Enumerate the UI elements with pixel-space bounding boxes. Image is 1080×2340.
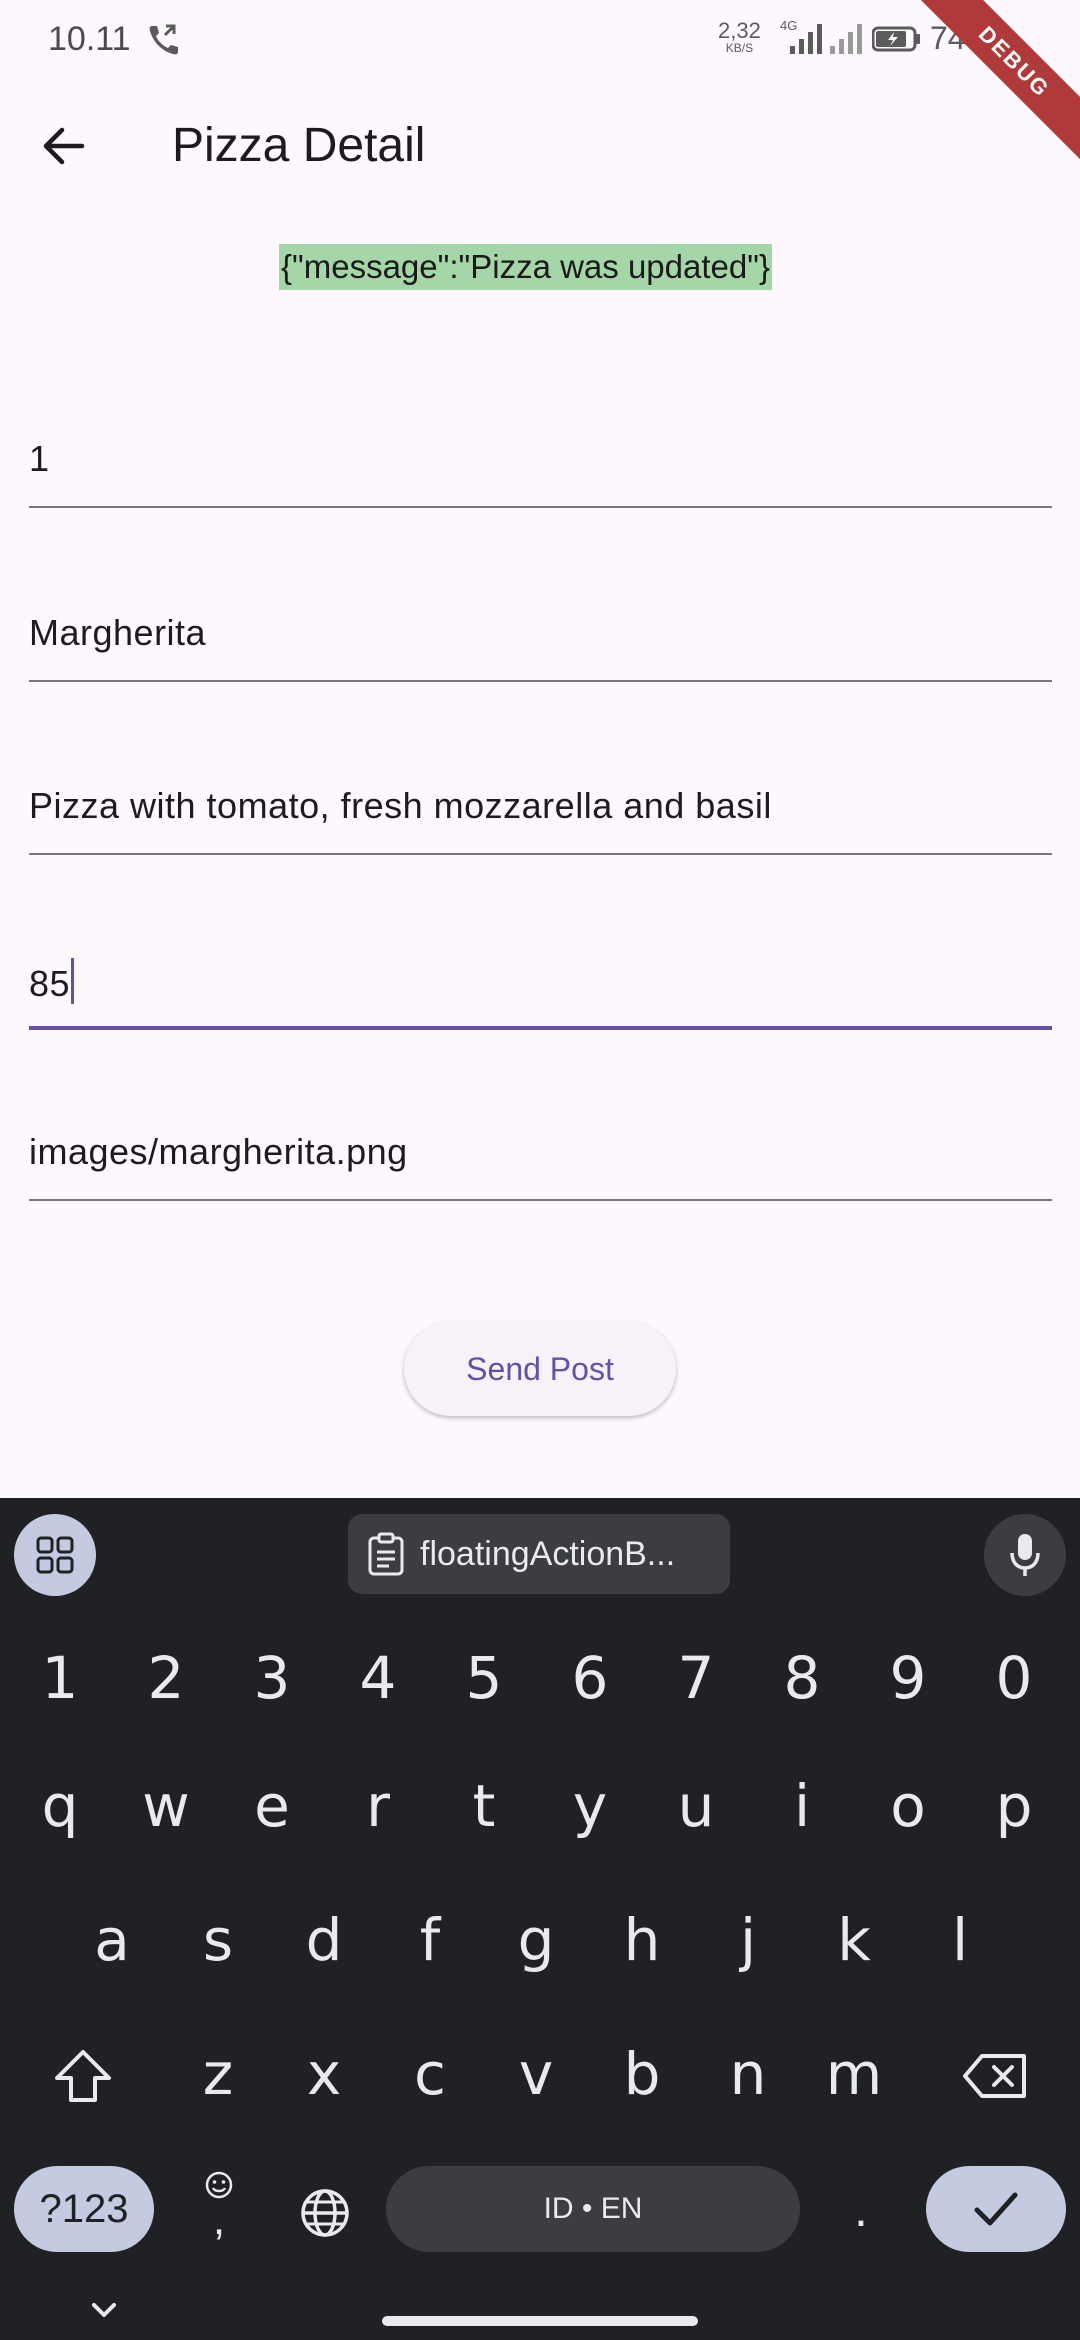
mic-icon[interactable] <box>984 1514 1066 1596</box>
svg-text:4G: 4G <box>780 18 797 33</box>
key-g[interactable]: g <box>486 1900 586 1980</box>
key-q[interactable]: q <box>10 1766 110 1846</box>
backspace-icon[interactable] <box>940 2036 1050 2116</box>
price-field[interactable]: 85 <box>29 936 1052 1030</box>
page-title: Pizza Detail <box>172 119 426 172</box>
space-bar[interactable]: ID • EN <box>386 2166 800 2252</box>
key-d[interactable]: d <box>274 1900 374 1980</box>
description-field[interactable]: Pizza with tomato, fresh mozzarella and … <box>29 763 1052 855</box>
key-v[interactable]: v <box>486 2034 586 2114</box>
pizza-name-field-value: Margherita <box>29 612 207 653</box>
key-l[interactable]: l <box>910 1900 1010 1980</box>
globe-icon[interactable] <box>290 2178 360 2248</box>
key-3[interactable]: 3 <box>222 1638 322 1718</box>
key-b[interactable]: b <box>592 2034 692 2114</box>
clipboard-suggestion[interactable]: floatingActionB... <box>348 1514 730 1594</box>
id-field-value: 1 <box>29 438 50 479</box>
key-1[interactable]: 1 <box>10 1638 110 1718</box>
description-field-value: Pizza with tomato, fresh mozzarella and … <box>29 785 772 826</box>
check-icon <box>974 2192 1018 2226</box>
price-field-wrapper: 85 <box>29 958 75 1005</box>
net-speed-value: 2,32 <box>718 18 761 43</box>
call-forward-icon <box>149 24 178 55</box>
net-speed: 2,32 KB/S <box>718 18 761 55</box>
key-k[interactable]: k <box>804 1900 904 1980</box>
key-z[interactable]: z <box>168 2034 268 2114</box>
status-bar: 10.11 2,32 KB/S 4G 74% DEBUG <box>0 0 1080 170</box>
key-8[interactable]: 8 <box>752 1638 852 1718</box>
symbols-key[interactable]: ?123 <box>14 2166 154 2252</box>
period-key[interactable]: . <box>826 2166 896 2252</box>
key-p[interactable]: p <box>964 1766 1064 1846</box>
key-2[interactable]: 2 <box>116 1638 216 1718</box>
send-post-button[interactable]: Send Post <box>404 1322 676 1416</box>
keyboard: floatingActionB... 1 2 3 4 5 6 7 8 9 0 q… <box>0 1498 1080 2340</box>
enter-key[interactable] <box>926 2166 1066 2252</box>
home-gesture-bar[interactable] <box>382 2316 698 2326</box>
key-y[interactable]: y <box>540 1766 640 1846</box>
pizza-name-field[interactable]: Margherita <box>29 590 1052 682</box>
chevron-down-icon[interactable] <box>86 2298 122 2322</box>
key-a[interactable]: a <box>62 1900 162 1980</box>
id-field[interactable]: 1 <box>29 416 1052 508</box>
key-0[interactable]: 0 <box>964 1638 1064 1718</box>
key-w[interactable]: w <box>116 1766 216 1846</box>
status-time: 10.11 <box>48 20 131 58</box>
key-c[interactable]: c <box>380 2034 480 2114</box>
image-url-field[interactable]: images/margherita.png <box>29 1109 1052 1201</box>
clipboard-suggestion-text: floatingActionB... <box>420 1534 676 1573</box>
signal-icon: 4G <box>780 18 862 54</box>
key-o[interactable]: o <box>858 1766 958 1846</box>
key-6[interactable]: 6 <box>540 1638 640 1718</box>
text-cursor <box>71 958 75 1004</box>
key-7[interactable]: 7 <box>646 1638 746 1718</box>
key-s[interactable]: s <box>168 1900 268 1980</box>
key-m[interactable]: m <box>804 2034 904 2114</box>
key-r[interactable]: r <box>328 1766 428 1846</box>
key-h[interactable]: h <box>592 1900 692 1980</box>
net-speed-unit: KB/S <box>725 41 754 55</box>
key-x[interactable]: x <box>274 2034 374 2114</box>
clipboard-icon <box>368 1532 404 1576</box>
key-f[interactable]: f <box>380 1900 480 1980</box>
response-message: {"message":"Pizza was updated"} <box>279 244 772 290</box>
key-t[interactable]: t <box>434 1766 534 1846</box>
battery-icon <box>872 26 920 52</box>
emoji-comma-key[interactable]: , <box>184 2166 254 2252</box>
key-n[interactable]: n <box>698 2034 798 2114</box>
apps-grid-icon[interactable] <box>14 1514 96 1596</box>
shift-icon[interactable] <box>28 2036 138 2116</box>
key-j[interactable]: j <box>698 1900 798 1980</box>
key-9[interactable]: 9 <box>858 1638 958 1718</box>
key-5[interactable]: 5 <box>434 1638 534 1718</box>
price-field-value: 85 <box>29 963 71 1004</box>
key-i[interactable]: i <box>752 1766 852 1846</box>
key-u[interactable]: u <box>646 1766 746 1846</box>
key-e[interactable]: e <box>222 1766 322 1846</box>
comma-label: , <box>212 2195 226 2244</box>
back-arrow-icon[interactable] <box>34 116 94 176</box>
image-url-field-value: images/margherita.png <box>29 1131 408 1172</box>
key-4[interactable]: 4 <box>328 1638 428 1718</box>
app-bar: Pizza Detail <box>0 80 1080 210</box>
